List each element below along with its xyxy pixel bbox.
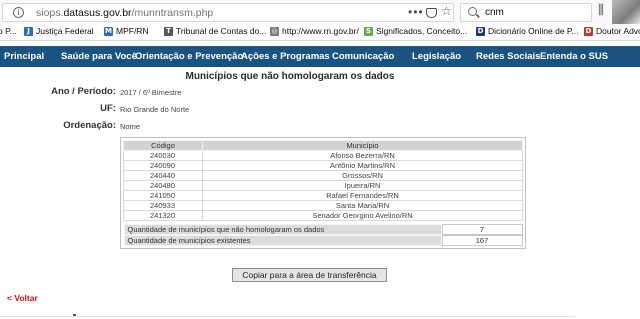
scroll-marker	[73, 314, 76, 316]
municipality-name: Afonso Bezerra/RN	[202, 150, 523, 161]
table-row: 240030 Afonso Bezerra/RN	[123, 150, 523, 161]
table-row: 240090 Antônio Martins/RN	[123, 160, 523, 171]
page-title: Municípios que não homologaram os dados	[185, 71, 395, 82]
nav-item[interactable]: Orientação e Prevenção	[135, 51, 243, 62]
summary-line: Quantidade de municípios que não homolog…	[123, 223, 523, 235]
bookmarks-toolbar: o P... J Justiça Federal M MPF/RN T Tribunal d…	[0, 24, 640, 41]
summary-value: 167	[441, 234, 523, 246]
bookmark-item[interactable]: M MPF/RN	[104, 26, 149, 36]
municipality-name: Rafael Fernandes/RN	[202, 190, 523, 201]
table-header-row: Código Município	[123, 140, 523, 151]
municipality-name: Grossos/RN	[202, 170, 523, 181]
summary-row: Quantidade de municípios existentes 167	[123, 234, 523, 246]
back-link[interactable]: < Voltar	[7, 293, 38, 303]
browser-toolbar: i siops.datasus.gov.br/munntransm.php ••…	[0, 0, 640, 24]
municipalities-table: Código Município 240030 Afonso Bezerra/RN…	[120, 137, 526, 249]
municipality-name: Ipueira/RN	[202, 180, 523, 191]
url-path: /munntransm.php	[131, 7, 214, 19]
bookmark-label: Justiça Federal	[36, 26, 94, 36]
summary-label: Quantidade de municípios existentes	[123, 234, 442, 246]
summary-label: Quantidade de municípios que não homolog…	[123, 223, 442, 235]
period-label: Ano / Período:	[51, 86, 116, 97]
bookmark-favicon-icon: D	[476, 26, 485, 36]
bookmark-item[interactable]: J Justiça Federal	[24, 26, 94, 36]
bookmark-favicon-icon: S	[364, 26, 373, 36]
search-input[interactable]: cnm	[485, 7, 504, 18]
municipality-code: 240933	[123, 200, 203, 211]
bookmark-item[interactable]: o P...	[0, 26, 17, 36]
period-value: 2017 / 6º Bimestre	[120, 88, 182, 97]
search-bar[interactable]: cnm	[460, 3, 592, 22]
bookmark-item[interactable]: S Significados, Conceito...	[364, 26, 467, 36]
bookmark-label: Tribunal de Contas do...	[176, 26, 267, 36]
summary-cell: Quantidade de municípios existentes 167	[123, 234, 523, 246]
municipality-code: 241050	[123, 190, 203, 201]
library-icon[interactable]: ⫼	[598, 3, 604, 18]
bookmark-item[interactable]: T Tribunal de Contas do...	[164, 26, 266, 36]
summary-row: Quantidade de municípios que não homolog…	[123, 223, 523, 235]
summary-cell: Quantidade de municípios que não homolog…	[123, 223, 523, 235]
table-row: 241050 Rafael Fernandes/RN	[123, 190, 523, 201]
bookmark-label: Doutor Advo	[596, 26, 640, 36]
table-row: 241320 Senador Georgino Avelino/RN	[123, 210, 523, 221]
municipality-code: 240090	[123, 160, 203, 171]
uf-label: UF:	[100, 103, 116, 114]
bookmark-favicon-icon: ◎	[270, 26, 279, 36]
bookmark-item[interactable]: D Dicionário Online de P...	[476, 26, 579, 36]
bookmark-item[interactable]: ◎ http://www.rn.gov.br/	[270, 26, 359, 36]
url-domain: datasus.gov.br	[63, 7, 132, 19]
nav-item[interactable]: Comunicação	[332, 51, 394, 62]
nav-item[interactable]: Entenda o SUS	[540, 51, 608, 62]
bookmark-favicon-icon: M	[104, 26, 113, 36]
column-header-municipality: Município	[202, 140, 523, 151]
bookmark-favicon-icon: T	[164, 26, 173, 36]
order-label: Ordenação:	[63, 120, 116, 131]
search-icon	[468, 7, 477, 16]
nav-item[interactable]: Redes Sociais	[476, 51, 540, 62]
bookmark-item[interactable]: D Doutor Advo	[584, 26, 640, 36]
municipality-name: Antônio Martins/RN	[202, 160, 523, 171]
nav-item[interactable]: Saúde para Você	[61, 51, 137, 62]
url-text[interactable]: siops.datasus.gov.br/munntransm.php	[36, 7, 213, 19]
municipality-name: Senador Georgino Avelino/RN	[202, 210, 523, 221]
municipality-name: Santa Maria/RN	[202, 200, 523, 211]
bookmark-label: Significados, Conceito...	[376, 26, 468, 36]
bookmark-favicon-icon: D	[584, 26, 593, 36]
site-nav: Principal Saúde para Você Orientação e Pre…	[0, 46, 640, 67]
address-bar[interactable]: i siops.datasus.gov.br/munntransm.php ••…	[2, 3, 454, 22]
bookmark-label: MPF/RN	[116, 26, 149, 36]
table-row: 240933 Santa Maria/RN	[123, 200, 523, 211]
municipality-code: 240440	[123, 170, 203, 181]
order-value: Nome	[120, 122, 141, 131]
municipality-code: 241320	[123, 210, 203, 221]
url-prefix: siops.	[36, 7, 64, 19]
extension-overlay	[612, 0, 640, 24]
column-header-code: Código	[123, 140, 203, 151]
info-icon[interactable]: i	[13, 7, 24, 18]
divider	[0, 316, 575, 317]
copy-to-clipboard-button[interactable]: Copiar para a área de transferência	[232, 268, 387, 282]
pocket-icon[interactable]	[426, 8, 437, 18]
summary-line: Quantidade de municípios existentes 167	[123, 234, 523, 246]
bookmark-label: http://www.rn.gov.br/	[282, 26, 359, 36]
nav-item[interactable]: Legislação	[412, 51, 461, 62]
municipality-code: 240030	[123, 150, 203, 161]
uf-value: Rio Grande do Norte	[120, 105, 190, 114]
table-row: 240440 Grossos/RN	[123, 170, 523, 181]
table-row: 240480 Ipueira/RN	[123, 180, 523, 191]
nav-item[interactable]: Principal	[4, 51, 44, 62]
bookmark-label: Dicionário Online de P...	[488, 26, 579, 36]
bookmark-favicon-icon: J	[24, 26, 33, 36]
nav-item[interactable]: Ações e Programas	[241, 51, 330, 62]
bookmark-label: o P...	[0, 26, 17, 36]
page-actions-menu-icon[interactable]: •••	[408, 5, 424, 19]
bookmark-star-icon[interactable]: ☆	[441, 4, 452, 18]
municipality-code: 240480	[123, 180, 203, 191]
summary-value: 7	[441, 223, 523, 235]
